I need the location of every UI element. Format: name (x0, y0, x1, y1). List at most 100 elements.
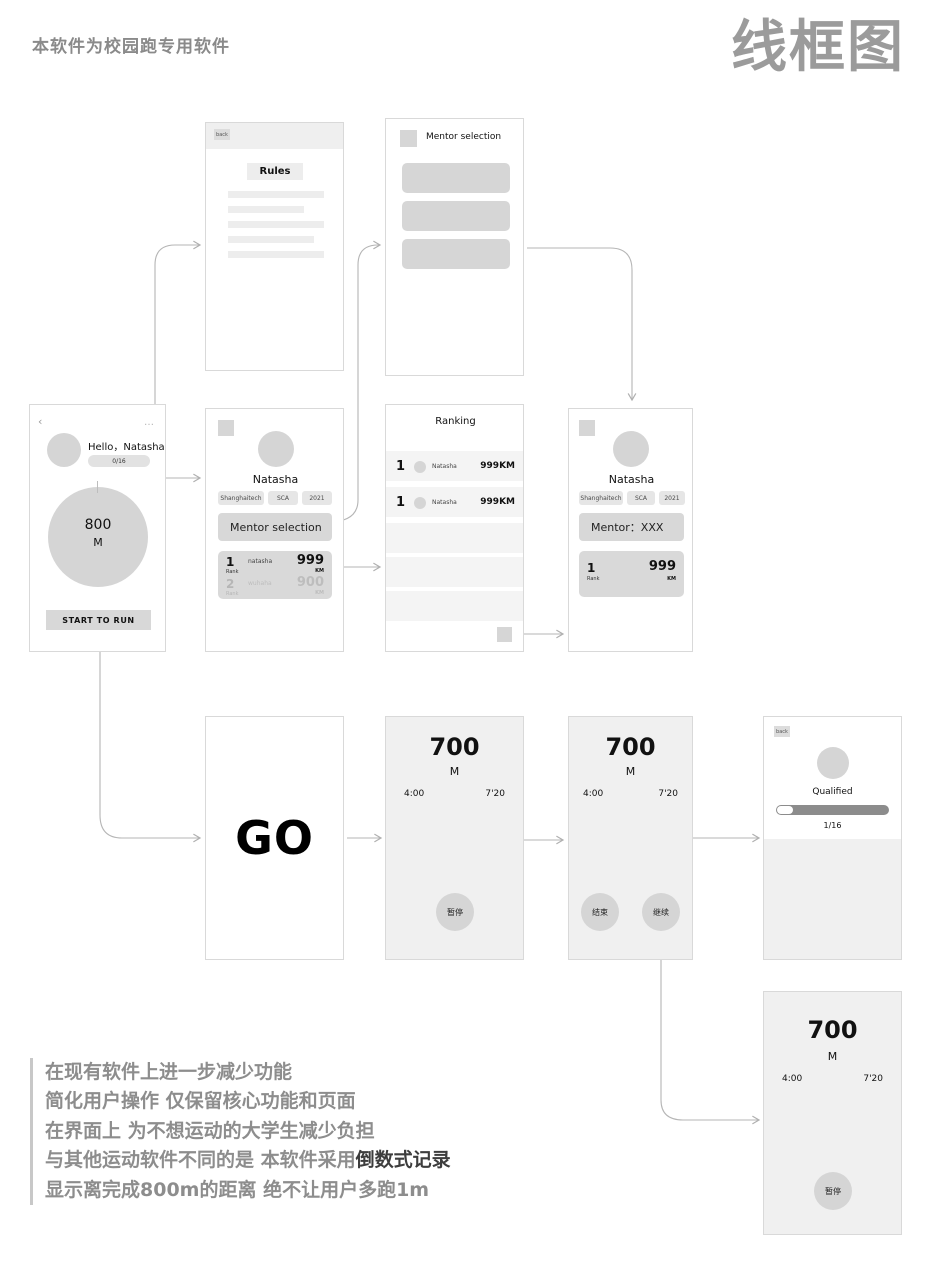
start-to-run-button[interactable]: START TO RUN (46, 610, 151, 630)
pace-value: 7'20 (658, 789, 678, 799)
screen-home: ‹ … Hello，Natasha 0/16 800 M START TO RU… (29, 404, 166, 652)
back-button[interactable]: back (214, 129, 230, 140)
back-button[interactable]: back (774, 726, 790, 737)
rank-number: 1 (587, 561, 596, 575)
ranking-row[interactable] (386, 591, 523, 621)
ranking-user-name: Natasha (432, 463, 457, 470)
rules-placeholder-line (228, 191, 324, 198)
back-square-icon[interactable] (218, 420, 234, 436)
rank-label: Rank (226, 591, 239, 597)
rank-user-name: wuhaha (248, 580, 272, 587)
mentor-selection-button[interactable]: Mentor selection (218, 513, 332, 541)
note-line-2: 简化用户操作 仅保留核心功能和页面 (45, 1090, 356, 1113)
rank-unit: KM (315, 590, 324, 596)
rank-value: 900 (296, 575, 324, 590)
ranking-distance: 999KM (480, 461, 515, 471)
rules-title: Rules (247, 163, 303, 180)
progress-bar (776, 805, 889, 815)
rank-unit: KM (667, 576, 676, 582)
screen-mentor-selection: Mentor selection (385, 118, 524, 376)
screen-ranking: Ranking 1 Natasha 999KM 1 Natasha 999KM (385, 404, 524, 652)
ranking-row[interactable]: 1 Natasha 999KM (386, 487, 523, 517)
rank-label: Rank (226, 569, 239, 575)
back-square-icon[interactable] (579, 420, 595, 436)
mentor-option-item[interactable] (402, 163, 510, 193)
rank-number: 2 (226, 577, 235, 591)
distance-unit: M (449, 765, 460, 778)
remaining-distance: 700 (605, 733, 656, 761)
elapsed-time: 4:00 (782, 1074, 803, 1084)
rules-placeholder-line (228, 206, 304, 213)
avatar (613, 431, 649, 467)
avatar (258, 431, 294, 467)
distance-unit: M (625, 765, 636, 778)
status-badge: Qualified (812, 787, 853, 797)
elapsed-time: 4:00 (583, 789, 604, 799)
profile-tag-dept: SCA (627, 491, 655, 505)
mentor-display-button[interactable]: Mentor：XXX (579, 513, 684, 541)
profile-tag-dept: SCA (268, 491, 298, 505)
distance-unit: M (93, 536, 103, 549)
ranking-rank: 1 (396, 495, 406, 510)
profile-tag-school: Shanghaitech (579, 491, 623, 505)
elapsed-time: 4:00 (404, 789, 425, 799)
profile-tag-school: Shanghaitech (218, 491, 264, 505)
progress-count: 1/16 (823, 821, 842, 830)
profile-tag-year: 2021 (659, 491, 685, 505)
rank-card[interactable]: 1 Rank natasha 999 KM 2 Rank wuhaha 900 … (218, 551, 332, 599)
ranking-rank: 1 (396, 459, 406, 474)
screen-profile: Natasha Shanghaitech SCA 2021 Mentor sel… (205, 408, 344, 652)
note-line-1: 在现有软件上进一步减少功能 (45, 1061, 293, 1083)
note-line-5: 显示离完成800m的距离 绝不让用户多跑1m (45, 1178, 430, 1201)
distance-unit: M (827, 1050, 838, 1063)
back-square-icon[interactable] (400, 130, 417, 147)
remaining-distance: 700 (429, 733, 480, 761)
profile-tag-year: 2021 (302, 491, 332, 505)
pause-button[interactable]: 暂停 (814, 1172, 852, 1210)
ranking-row[interactable] (386, 523, 523, 553)
screen-paused: 700 M 4:00 7'20 结束 继续 (568, 716, 693, 960)
rules-placeholder-line (228, 251, 324, 258)
avatar[interactable] (47, 433, 81, 467)
rules-placeholder-line (228, 221, 324, 228)
ranking-row[interactable]: 1 Natasha 999KM (386, 451, 523, 481)
avatar (414, 497, 426, 509)
mentor-option-item[interactable] (402, 201, 510, 231)
distance-value: 800 (84, 517, 112, 533)
screen-running: 700 M 4:00 7'20 暂停 (385, 716, 524, 960)
footer-notes: 在现有软件上进一步减少功能 简化用户操作 仅保留核心功能和页面 在界面上 为不想… (30, 1058, 550, 1206)
ranking-distance: 999KM (480, 497, 515, 507)
rank-label: Rank (587, 576, 600, 582)
ranking-row[interactable] (386, 557, 523, 587)
rank-user-name: natasha (248, 558, 273, 565)
avatar (817, 747, 849, 779)
mentor-selection-title: Mentor selection (426, 132, 502, 142)
remaining-distance: 700 (807, 1016, 858, 1044)
end-run-button[interactable]: 结束 (581, 893, 619, 931)
note-line-4-prefix: 与其他运动软件不同的是 本软件采用 (45, 1149, 356, 1172)
screen-profile-with-mentor: Natasha Shanghaitech SCA 2021 Mentor：XXX… (568, 408, 693, 652)
rank-value: 999 (296, 553, 324, 568)
page-title: 本软件为校园跑专用软件 (32, 37, 230, 57)
more-dots-icon[interactable]: … (144, 417, 155, 428)
avatar (414, 461, 426, 473)
note-line-4-emphasis: 倒数式记录 (355, 1149, 451, 1172)
go-label: GO (235, 811, 314, 865)
pace-value: 7'20 (863, 1074, 883, 1084)
next-square-button[interactable] (497, 627, 512, 642)
progress-count: 0/16 (112, 457, 126, 465)
greeting-text: Hello，Natasha (88, 442, 165, 453)
ranking-title: Ranking (435, 416, 476, 427)
dial-tick-mark (97, 481, 98, 493)
screen-result: back Qualified 1/16 (763, 716, 902, 960)
mentor-option-item[interactable] (402, 239, 510, 269)
profile-name: Natasha (252, 473, 299, 486)
note-line-4: 与其他运动软件不同的是 本软件采用倒数式记录 (45, 1146, 550, 1175)
rank-value: 999 (648, 559, 676, 574)
pace-value: 7'20 (485, 789, 505, 799)
rank-card[interactable]: 1 Rank 999 KM (579, 551, 684, 597)
screen-rules: back Rules (205, 122, 344, 371)
chevron-left-icon[interactable]: ‹ (38, 415, 42, 428)
pause-button[interactable]: 暂停 (436, 893, 474, 931)
continue-run-button[interactable]: 继续 (642, 893, 680, 931)
